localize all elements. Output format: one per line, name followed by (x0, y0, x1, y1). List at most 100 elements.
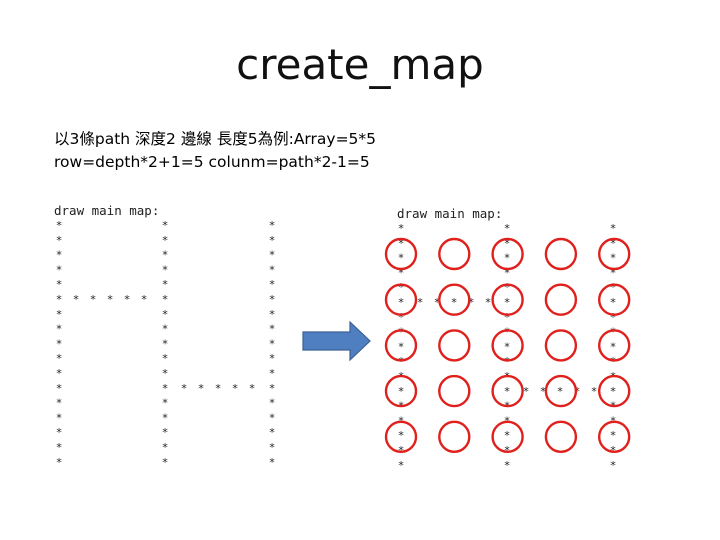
asterisk: * (124, 293, 131, 306)
asterisk: * (269, 352, 276, 365)
asterisk: * (269, 441, 276, 454)
asterisk: * (56, 263, 63, 276)
asterisk: * (610, 385, 617, 398)
asterisk: * (398, 296, 405, 309)
asterisk: * (591, 385, 598, 398)
left-map-asterisks: * * ** * ** * ** * ** * ** * ** * ** * ** * ** * ** * ** * ** * **… (56, 219, 276, 469)
asterisk: * (56, 219, 63, 232)
asterisk: * (162, 278, 169, 291)
asterisk: * (56, 249, 63, 262)
asterisk: * (610, 281, 617, 294)
asterisk: * (162, 219, 169, 232)
asterisk: * (504, 281, 511, 294)
asterisk: * (162, 263, 169, 276)
asterisk: * (610, 311, 617, 324)
asterisk: * (269, 367, 276, 380)
asterisk: * (504, 429, 511, 442)
grid-circle (544, 329, 578, 362)
asterisk: * (269, 278, 276, 291)
map-diagram: * * * * * * * * * * * * * * * * * * * * * * * * * * * * * * * * * * * * * * * *… (56, 219, 631, 472)
asterisk: * (56, 352, 63, 365)
asterisk: * (504, 326, 511, 339)
asterisk: * (398, 281, 405, 294)
asterisk: * (398, 385, 405, 398)
asterisk: * (504, 311, 511, 324)
asterisk: * (162, 382, 169, 395)
asterisk: * (269, 411, 276, 424)
asterisk: * (269, 337, 276, 350)
asterisk: * (56, 278, 63, 291)
asterisk: * (73, 293, 80, 306)
asterisk: * (398, 429, 405, 442)
asterisk: * (162, 397, 169, 410)
asterisk: * (610, 429, 617, 442)
asterisk: * (269, 397, 276, 410)
asterisk: * (232, 382, 239, 395)
right-arrow-icon (302, 320, 371, 362)
asterisk: * (504, 355, 511, 368)
asterisk: * (269, 293, 276, 306)
asterisk: * (269, 456, 276, 469)
grid-circle (544, 283, 578, 316)
asterisk: * (56, 382, 63, 395)
asterisk: * (269, 308, 276, 321)
asterisk: * (398, 326, 405, 339)
asterisk: * (610, 222, 617, 235)
asterisk: * (198, 382, 205, 395)
asterisk: * (398, 459, 405, 472)
grid-circle (438, 329, 471, 362)
asterisk: * (56, 426, 63, 439)
asterisk: * (56, 234, 63, 247)
asterisk: * (162, 337, 169, 350)
asterisk: * (162, 426, 169, 439)
asterisk: * (451, 296, 458, 309)
asterisk: * (215, 382, 222, 395)
asterisk: * (162, 352, 169, 365)
asterisk: * (610, 296, 617, 309)
asterisk: * (56, 323, 63, 336)
grid-circle (438, 420, 471, 453)
asterisk: * (504, 222, 511, 235)
asterisk: * (162, 293, 169, 306)
asterisk: * (610, 340, 617, 353)
asterisk: * (269, 323, 276, 336)
asterisk: * (249, 382, 256, 395)
asterisk: * (610, 459, 617, 472)
asterisk: * (398, 355, 405, 368)
asterisk: * (56, 441, 63, 454)
asterisk: * (504, 296, 511, 309)
asterisk: * (557, 385, 564, 398)
grid-circle (438, 374, 471, 408)
asterisk: * (269, 382, 276, 395)
asterisk: * (56, 337, 63, 350)
grid-circle (438, 237, 471, 271)
asterisk: * (398, 311, 405, 324)
asterisk: * (162, 323, 169, 336)
asterisk: * (269, 219, 276, 232)
asterisk: * (162, 411, 169, 424)
asterisk: * (398, 252, 405, 265)
asterisk: * (56, 397, 63, 410)
asterisk: * (398, 222, 405, 235)
asterisk: * (56, 456, 63, 469)
grid-circle (544, 420, 578, 453)
asterisk: * (504, 252, 511, 265)
asterisk: * (610, 355, 617, 368)
right-map-asterisks: * * ** * ** * ** * ** * ** * ** * ** * ** * ** * ** * ** * ** * **… (398, 222, 617, 472)
asterisk: * (485, 296, 492, 309)
asterisk: * (504, 385, 511, 398)
asterisk: * (417, 296, 424, 309)
asterisk: * (269, 263, 276, 276)
asterisk: * (56, 411, 63, 424)
asterisk: * (269, 234, 276, 247)
asterisk: * (56, 308, 63, 321)
asterisk: * (162, 456, 169, 469)
asterisk: * (162, 308, 169, 321)
asterisk: * (56, 367, 63, 380)
asterisk: * (181, 382, 188, 395)
asterisk: * (269, 426, 276, 439)
asterisk: * (162, 234, 169, 247)
asterisk: * (56, 293, 63, 306)
grid-circle (544, 237, 578, 271)
asterisk: * (90, 293, 97, 306)
